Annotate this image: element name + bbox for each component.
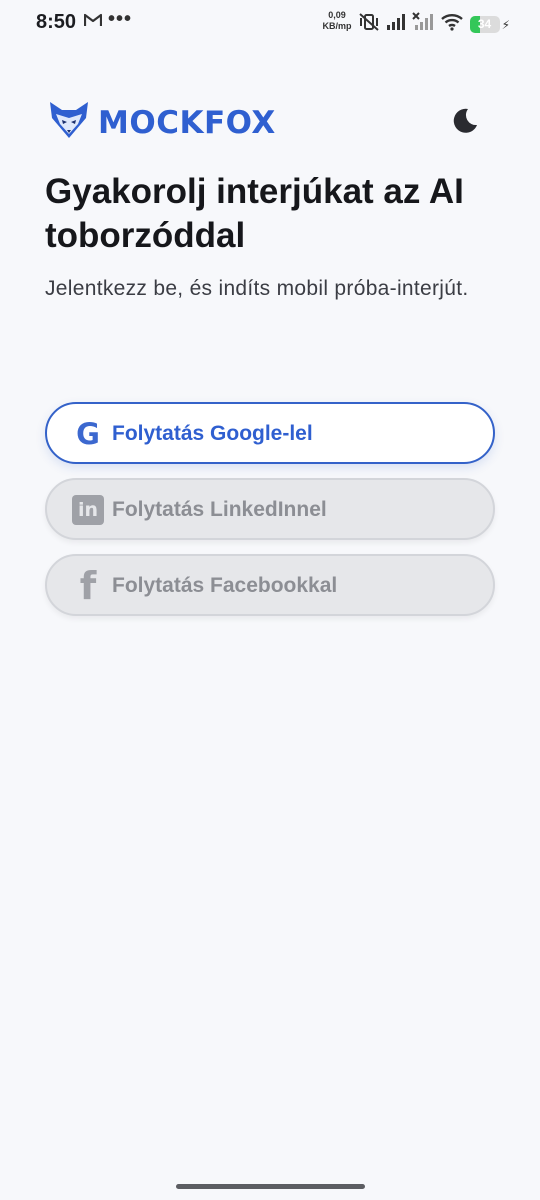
- google-login-label: Folytatás Google-lel: [112, 422, 313, 445]
- linkedin-icon: in: [71, 493, 105, 527]
- login-screen: 8:50 ••• 0,09 KB/mp 34 ⚡ MOCKFOX Gyakoro…: [0, 0, 540, 1200]
- brand-name: MOCKFOX: [98, 104, 276, 141]
- linkedin-icon-glyph: in: [72, 495, 104, 525]
- network-speed: 0,09 KB/mp: [320, 10, 354, 32]
- more-notifications-icon: •••: [108, 8, 133, 30]
- linkedin-login-label: Folytatás LinkedInnel: [112, 498, 327, 521]
- status-bar: 8:50 ••• 0,09 KB/mp 34 ⚡: [0, 0, 540, 46]
- network-speed-value: 0,09: [328, 10, 346, 20]
- fox-logo-icon: [48, 100, 90, 145]
- signal-icon: [386, 13, 406, 36]
- battery-icon: 34 ⚡: [469, 16, 510, 33]
- wifi-icon: [440, 13, 464, 36]
- vibrate-muted-icon: [358, 13, 380, 36]
- facebook-login-button[interactable]: f Folytatás Facebookkal: [45, 554, 495, 616]
- charging-icon: ⚡: [501, 17, 510, 32]
- page-title: Gyakorolj interjúkat az AI toborzóddal: [45, 172, 464, 255]
- status-icons: 34 ⚡: [358, 12, 510, 37]
- theme-toggle-button[interactable]: [449, 106, 479, 136]
- facebook-icon: f: [71, 564, 105, 608]
- facebook-login-label: Folytatás Facebookkal: [112, 574, 338, 597]
- brand-logo: MOCKFOX: [48, 100, 276, 145]
- battery-level: 34: [477, 17, 492, 31]
- signal-no-service-icon: [411, 12, 434, 37]
- gmail-icon: [83, 13, 103, 32]
- google-icon-glyph: G: [76, 417, 100, 451]
- page-subtitle: Jelentkezz be, és indíts mobil próba-int…: [45, 277, 469, 300]
- moon-icon: [449, 108, 479, 140]
- google-icon: G: [71, 417, 105, 451]
- home-indicator[interactable]: [176, 1184, 365, 1189]
- battery-body: 34: [469, 16, 500, 33]
- network-speed-unit: KB/mp: [322, 21, 352, 31]
- status-time: 8:50: [36, 11, 77, 33]
- facebook-icon-glyph: f: [79, 564, 97, 608]
- linkedin-login-button[interactable]: in Folytatás LinkedInnel: [45, 478, 495, 540]
- google-login-button[interactable]: G Folytatás Google-lel: [45, 402, 495, 464]
